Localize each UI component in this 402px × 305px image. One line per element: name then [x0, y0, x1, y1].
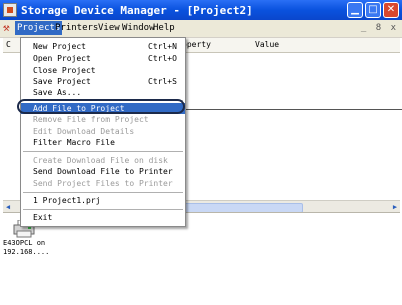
- printer-label[interactable]: E43OPCL on 192.168....: [3, 239, 49, 257]
- maximize-icon[interactable]: □: [365, 2, 381, 18]
- menu-item-label: Filter Macro File: [33, 138, 115, 147]
- document-icon[interactable]: ⚒: [3, 22, 13, 33]
- menu-item-label: New Project: [33, 42, 86, 51]
- app-icon[interactable]: [3, 3, 17, 17]
- menu-help[interactable]: Help: [153, 23, 175, 33]
- column-header-property[interactable]: operty: [182, 40, 211, 49]
- printer-address: 192.168....: [3, 248, 50, 256]
- menu-item-exit[interactable]: Exit: [21, 212, 185, 223]
- menu-separator: [23, 209, 183, 210]
- column-header-first[interactable]: C: [6, 40, 11, 49]
- menu-item-save-project[interactable]: Save Project Ctrl+S: [21, 76, 185, 87]
- menu-item-shortcut: Ctrl+O: [148, 54, 177, 63]
- menu-item-edit-download[interactable]: Edit Download Details: [21, 126, 185, 137]
- projects-menu: New Project Ctrl+N Open Project Ctrl+O C…: [20, 37, 186, 227]
- column-header-value[interactable]: Value: [255, 40, 279, 49]
- title-bar: Storage Device Manager - [Project2] ▁ □ …: [0, 0, 402, 20]
- menu-printers[interactable]: Printers: [55, 23, 98, 33]
- menu-bar: ⚒ Projects Printers View Window Help _ 8…: [0, 20, 402, 38]
- mdi-controls[interactable]: _ 8 x: [361, 23, 398, 33]
- menu-item-shortcut: Ctrl+N: [148, 42, 177, 51]
- printer-name: E43OPCL on: [3, 239, 46, 247]
- callout-line: [185, 109, 402, 110]
- menu-item-label: Save As...: [33, 88, 82, 97]
- menu-window[interactable]: Window: [122, 23, 155, 33]
- window-title: Storage Device Manager - [Project2]: [21, 4, 253, 17]
- menu-item-save-as[interactable]: Save As...: [21, 87, 185, 98]
- menu-separator: [23, 151, 183, 152]
- menu-item-close-project[interactable]: Close Project: [21, 65, 185, 76]
- menu-item-create-download[interactable]: Create Download File on disk: [21, 155, 185, 166]
- highlight-ellipse: [17, 99, 185, 114]
- close-icon[interactable]: ✕: [383, 2, 399, 18]
- menu-item-recent-project[interactable]: 1 Project1.prj: [21, 195, 185, 206]
- menu-view[interactable]: View: [98, 23, 120, 33]
- menu-item-send-download[interactable]: Send Download File to Printer: [21, 166, 185, 177]
- menu-item-filter-macro[interactable]: Filter Macro File: [21, 137, 185, 148]
- menu-item-label: Create Download File on disk: [33, 156, 168, 165]
- menu-item-label: Send Project Files to Printer: [33, 179, 173, 188]
- menu-item-label: Close Project: [33, 66, 96, 75]
- menu-item-label: Exit: [33, 213, 53, 222]
- menu-item-open-project[interactable]: Open Project Ctrl+O: [21, 53, 185, 64]
- menu-item-label: Remove File from Project: [33, 115, 149, 124]
- menu-item-label: Send Download File to Printer: [33, 167, 173, 176]
- menu-item-send-project[interactable]: Send Project Files to Printer: [21, 178, 185, 189]
- minimize-icon[interactable]: ▁: [347, 2, 363, 18]
- menu-separator: [23, 192, 183, 193]
- menu-item-label: Edit Download Details: [33, 127, 135, 136]
- menu-item-new-project[interactable]: New Project Ctrl+N: [21, 41, 185, 52]
- menu-item-label: 1 Project1.prj: [33, 196, 101, 205]
- menu-item-shortcut: Ctrl+S: [148, 77, 177, 86]
- menu-item-remove-file[interactable]: Remove File from Project: [21, 114, 185, 125]
- menu-item-label: Open Project: [33, 54, 91, 63]
- menu-item-label: Save Project: [33, 77, 91, 86]
